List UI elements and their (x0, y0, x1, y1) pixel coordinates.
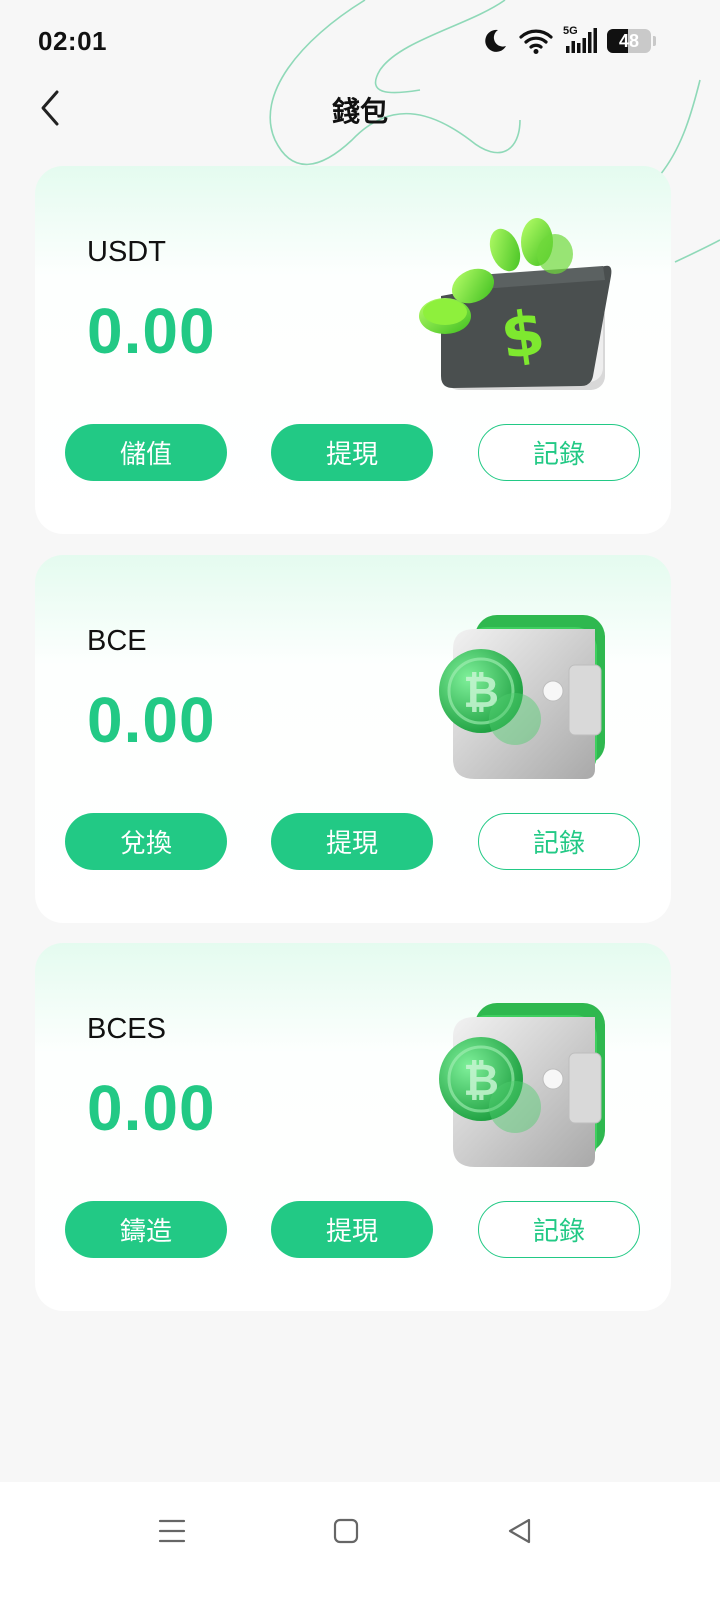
withdraw-button[interactable]: 提現 (271, 424, 433, 481)
exchange-button[interactable]: 兌換 (65, 813, 227, 870)
status-bar: 02:01 5G 48 (0, 0, 720, 82)
deposit-button[interactable]: 儲值 (65, 424, 227, 481)
withdraw-button[interactable]: 提現 (271, 1201, 433, 1258)
records-button[interactable]: 記錄 (478, 813, 640, 870)
battery-icon: 48 (607, 29, 651, 53)
battery-tip (653, 36, 656, 46)
system-nav-bar (0, 1482, 720, 1604)
wallet-name: USDT (87, 236, 166, 268)
wallet-card-bces: BCES 0.00 ₿ 鑄造 提現 記錄 (35, 943, 671, 1311)
wifi-icon (519, 29, 553, 54)
home-button[interactable] (316, 1508, 376, 1554)
wallet-bitcoin-coin-illustration: ₿ (439, 615, 605, 779)
back-nav-button[interactable] (490, 1508, 550, 1554)
wallet-card-bce: BCE 0.00 ₿ 兌換 提現 記錄 (35, 555, 671, 923)
signal-icon: 5G (563, 25, 597, 55)
header: 錢包 (0, 80, 720, 136)
wallet-name: BCES (87, 1013, 166, 1045)
status-time: 02:01 (38, 26, 107, 56)
home-square-icon (333, 1518, 359, 1544)
records-button[interactable]: 記錄 (478, 1201, 640, 1258)
page-title: 錢包 (331, 96, 388, 127)
menu-icon (158, 1519, 186, 1543)
wallet-dollar-coins-illustration: $ (419, 218, 612, 390)
back-triangle-icon (508, 1518, 531, 1544)
wallet-card-usdt: USDT 0.00 $ 儲值 提現 記錄 (35, 166, 671, 534)
moon-icon (485, 29, 506, 52)
wallet-name: BCE (87, 625, 147, 657)
recent-apps-button[interactable] (142, 1508, 202, 1554)
withdraw-button[interactable]: 提現 (271, 813, 433, 870)
status-icons: 5G 48 (481, 25, 656, 56)
wallet-balance: 0.00 (87, 684, 216, 756)
wallet-bitcoin-coin-illustration: ₿ (439, 1003, 605, 1167)
wallet-balance: 0.00 (87, 1072, 216, 1144)
wallet-balance: 0.00 (87, 295, 216, 367)
records-button[interactable]: 記錄 (478, 424, 640, 481)
battery-level: 48 (618, 31, 640, 51)
mint-button[interactable]: 鑄造 (65, 1201, 227, 1258)
